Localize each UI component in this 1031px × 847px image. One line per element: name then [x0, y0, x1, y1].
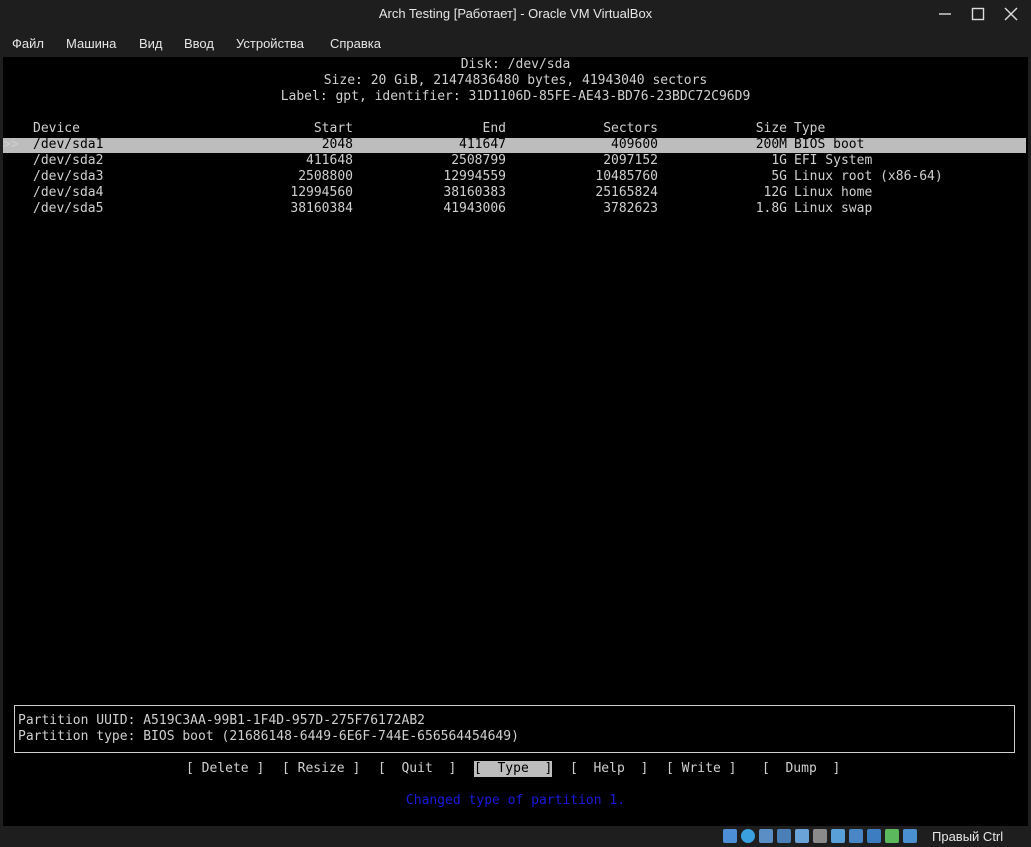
row-size: 200M: [755, 137, 787, 152]
minimize-button[interactable]: [928, 0, 962, 28]
row-type: Linux home: [794, 185, 873, 200]
disk-heading: Disk: /dev/sda: [460, 57, 571, 72]
row-end: 41943006: [443, 201, 506, 216]
resize-button[interactable]: [ Resize ]: [282, 761, 360, 777]
mouse-integration-icon[interactable]: [885, 829, 899, 843]
host-key-label: Правый Ctrl: [932, 829, 1004, 844]
col-header-size: Size: [755, 121, 787, 136]
row-size: 1G: [771, 153, 787, 168]
row-start: 38160384: [290, 201, 353, 216]
quit-button[interactable]: [ Quit ]: [378, 761, 456, 777]
keyboard-icon[interactable]: [903, 829, 917, 843]
optical-disk-icon[interactable]: [741, 829, 755, 843]
close-button[interactable]: [994, 0, 1028, 28]
col-header-device: Device: [33, 121, 80, 136]
col-header-start: Start: [313, 121, 353, 136]
row-device: /dev/sda2: [33, 153, 104, 168]
row-size: 1.8G: [755, 201, 787, 216]
partition-type-line: Partition type: BIOS boot (21686148-6449…: [18, 729, 519, 744]
menu-file[interactable]: Файл: [12, 36, 44, 51]
row-type: BIOS boot: [794, 137, 865, 152]
row-sectors: 2097152: [603, 153, 658, 168]
row-type: Linux root (x86-64): [794, 169, 943, 184]
col-header-end: End: [482, 121, 506, 136]
row-start: 12994560: [290, 185, 353, 200]
partition-info-box: Partition UUID: A519C3AA-99B1-1F4D-957D-…: [14, 705, 1015, 753]
row-end: 2508799: [451, 153, 506, 168]
partition-uuid-line: Partition UUID: A519C3AA-99B1-1F4D-957D-…: [18, 713, 425, 728]
row-sectors: 409600: [611, 137, 658, 152]
window-title: Arch Testing [Работает] - Oracle VM Virt…: [378, 6, 653, 21]
usb-icon[interactable]: [795, 829, 809, 843]
row-device: /dev/sda3: [33, 169, 104, 184]
network-icon[interactable]: [777, 829, 791, 843]
row-end: 38160383: [443, 185, 506, 200]
menu-devices[interactable]: Устройства: [236, 36, 304, 51]
help-button[interactable]: [ Help ]: [570, 761, 648, 777]
delete-button[interactable]: [ Delete ]: [186, 761, 264, 777]
row-sectors: 3782623: [603, 201, 658, 216]
row-device: /dev/sda4: [33, 185, 104, 200]
disk-size-line: Size: 20 GiB, 21474836480 bytes, 4194304…: [323, 73, 708, 88]
video-capture-icon[interactable]: [849, 829, 863, 843]
maximize-button[interactable]: [961, 0, 995, 28]
maximize-icon: [971, 7, 985, 21]
row-end: 411647: [459, 137, 506, 152]
minimize-icon: [939, 13, 951, 15]
row-end: 12994559: [443, 169, 506, 184]
row-sectors: 25165824: [595, 185, 658, 200]
row-type: EFI System: [794, 153, 873, 168]
close-icon: [1004, 7, 1018, 21]
display-icon[interactable]: [831, 829, 845, 843]
audio-icon[interactable]: [759, 829, 773, 843]
col-header-type: Type: [794, 121, 826, 136]
row-size: 12G: [763, 185, 787, 200]
row-start: 411648: [306, 153, 353, 168]
disk-label-line: Label: gpt, identifier: 31D1106D-85FE-AE…: [280, 89, 751, 104]
vm-screen[interactable]: Disk: /dev/sda Size: 20 GiB, 21474836480…: [3, 57, 1028, 826]
hard-disk-icon[interactable]: [723, 829, 737, 843]
row-device: /dev/sda1: [33, 137, 104, 152]
row-size: 5G: [771, 169, 787, 184]
col-header-sectors: Sectors: [603, 121, 658, 136]
write-button[interactable]: [ Write ]: [666, 761, 736, 777]
cpu-icon[interactable]: [867, 829, 881, 843]
type-button[interactable]: [ Type ]: [474, 761, 553, 777]
menu-input[interactable]: Ввод: [184, 36, 214, 51]
row-cursor: >>: [3, 137, 19, 152]
menu-view[interactable]: Вид: [139, 36, 163, 51]
window-title-bar: Arch Testing [Работает] - Oracle VM Virt…: [0, 0, 1031, 30]
menu-machine[interactable]: Машина: [66, 36, 116, 51]
row-sectors: 10485760: [595, 169, 658, 184]
shared-folders-icon[interactable]: [813, 829, 827, 843]
menu-help[interactable]: Справка: [330, 36, 381, 51]
menu-bar: Файл Машина Вид Ввод Устройства Справка: [0, 30, 1031, 57]
dump-button[interactable]: [ Dump ]: [762, 761, 840, 777]
status-message: Changed type of partition 1.: [405, 793, 626, 808]
row-device: /dev/sda5: [33, 201, 104, 216]
row-start: 2048: [321, 137, 353, 152]
row-type: Linux swap: [794, 201, 873, 216]
selected-row-highlight: [3, 138, 1026, 153]
vm-status-bar: Правый Ctrl: [0, 826, 1031, 847]
row-start: 2508800: [298, 169, 353, 184]
